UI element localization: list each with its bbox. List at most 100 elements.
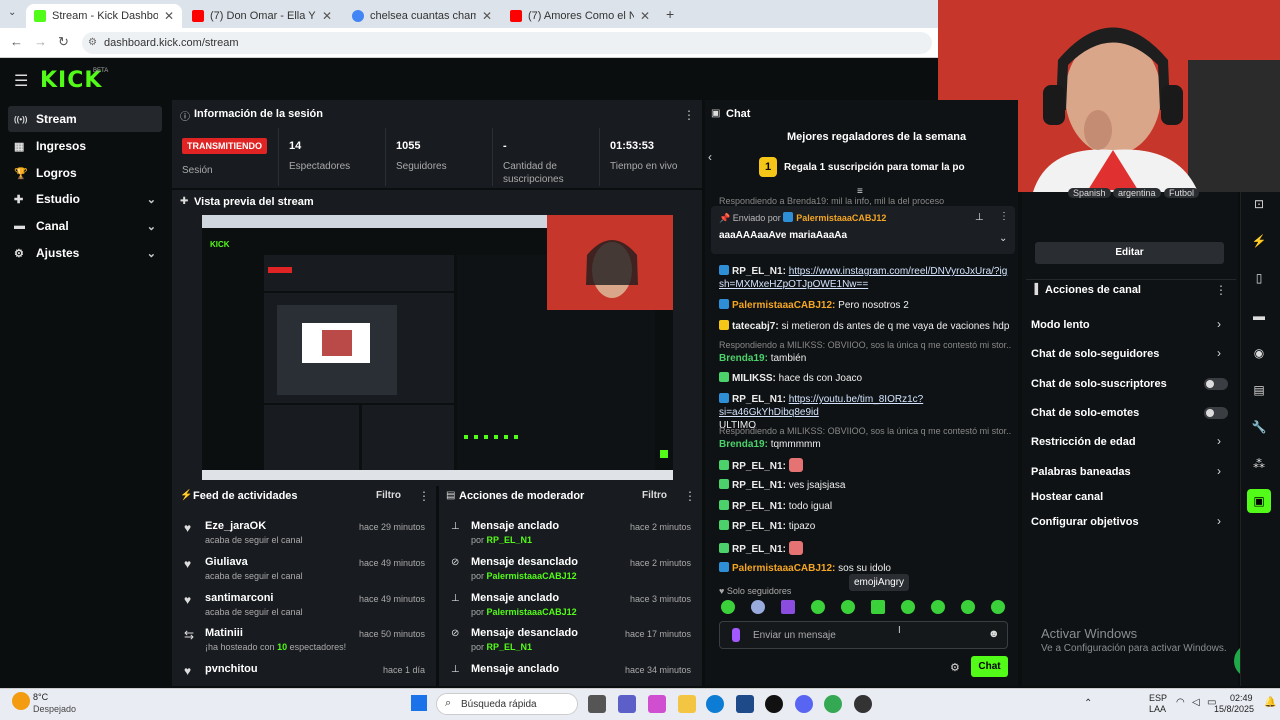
url-field[interactable]: ⚙ dashboard.kick.com/stream [82, 32, 932, 54]
store-icon[interactable] [736, 695, 754, 713]
mod-username[interactable]: RP_EL_N1 [487, 535, 533, 545]
clock-time[interactable]: 02:49 [1230, 693, 1253, 703]
tray-chevron-icon[interactable]: ⌃ [1084, 698, 1092, 709]
lightning-icon[interactable]: ⚡ [1247, 229, 1271, 253]
tab-google-search[interactable]: chelsea cuantas champions - B ✕ [344, 4, 500, 28]
chat-input[interactable]: Enviar un mensaje ☻ [719, 621, 1008, 649]
emoji-picker-icon[interactable]: ☻ [988, 628, 1000, 640]
chat-username[interactable]: RP_EL_N1: [732, 461, 786, 472]
chat-username[interactable]: RP_EL_N1: [732, 266, 786, 277]
feed-filter-button[interactable]: Filtro [376, 490, 401, 501]
chat-username[interactable]: PalermistaaaCABJ12: [732, 563, 835, 574]
chat-username[interactable]: tatecabj7: [732, 321, 779, 332]
tag-chip[interactable]: Spanish [1068, 188, 1111, 198]
emote-icon[interactable] [721, 600, 735, 614]
reload-icon[interactable]: ↻ [58, 34, 69, 50]
edit-button[interactable]: Editar [1035, 242, 1224, 264]
configure-goals-item[interactable]: Configurar objetivos [1031, 516, 1139, 528]
back-arrow-icon[interactable]: ← [10, 34, 23, 49]
chat-username[interactable]: RP_EL_N1: [732, 394, 786, 405]
chevron-right-icon[interactable]: › [1217, 434, 1221, 448]
tiktok-icon[interactable] [765, 695, 783, 713]
nodes-icon[interactable]: ⁂ [1247, 452, 1271, 476]
emote-icon[interactable] [841, 600, 855, 614]
emote-icon[interactable] [961, 600, 975, 614]
site-info-icon[interactable]: ⚙ [88, 32, 97, 54]
chat-username[interactable]: PalermistaaaCABJ12: [732, 300, 835, 311]
feed-username[interactable]: Matiniii [205, 627, 243, 639]
input-language[interactable]: ESP [1149, 693, 1167, 703]
hamburger-menu-icon[interactable]: ☰ [14, 71, 28, 91]
unpin-icon[interactable]: ⊥ [975, 212, 984, 223]
tag-chip[interactable]: argentina [1113, 188, 1161, 198]
volume-icon[interactable]: ◁ [1192, 697, 1200, 708]
tab-kick-dashboard[interactable]: Stream - Kick Dashboard ✕ [26, 4, 182, 28]
new-tab-button[interactable]: + [666, 6, 674, 22]
tab-youtube-amores[interactable]: (7) Amores Como el Nuestro - Y ✕ [502, 4, 658, 28]
more-options-icon[interactable]: ⋮ [683, 108, 695, 122]
emote-icon[interactable] [811, 600, 825, 614]
close-tab-icon[interactable]: ✕ [164, 9, 174, 23]
chat-username[interactable]: RP_EL_N1: [732, 480, 786, 491]
sidebar-item-logros[interactable]: 🏆 Logros [8, 160, 162, 186]
obs-icon[interactable] [854, 695, 872, 713]
broadcast-icon[interactable]: ◉ [1247, 341, 1271, 365]
pinned-username[interactable]: PalermistaaaCABJ12 [796, 213, 886, 223]
chat-icon[interactable]: ▬ [1247, 304, 1271, 328]
emote-icon[interactable] [931, 600, 945, 614]
feed-username[interactable]: Giuliava [205, 556, 248, 568]
chat-username[interactable]: RP_EL_N1: [732, 501, 786, 512]
mod-username[interactable]: PalermistaaaCABJ12 [487, 607, 577, 617]
tab-list-chevron-icon[interactable]: ⌄ [8, 7, 16, 18]
emote-icon[interactable] [901, 600, 915, 614]
close-tab-icon[interactable]: ✕ [482, 9, 492, 23]
chat-username[interactable]: MILIKSS: [732, 373, 776, 384]
forward-arrow-icon[interactable]: → [34, 34, 47, 49]
chevron-right-icon[interactable]: › [1217, 514, 1221, 528]
more-options-icon[interactable]: ⋮ [999, 211, 1009, 222]
chat-settings-gear-icon[interactable]: ⚙ [950, 661, 960, 674]
screenshot-icon[interactable]: ⊡ [1247, 192, 1271, 216]
chat-username[interactable]: Brenda19: [719, 353, 768, 364]
file-explorer-icon[interactable] [678, 695, 696, 713]
subscribers-only-toggle[interactable] [1204, 378, 1228, 390]
input-layout[interactable]: LAA [1149, 704, 1166, 714]
banned-words-item[interactable]: Palabras baneadas [1031, 466, 1131, 478]
host-channel-item[interactable]: Hostear canal [1031, 491, 1103, 503]
more-options-icon[interactable]: ⋮ [1215, 283, 1227, 297]
slow-mode-item[interactable]: Modo lento [1031, 319, 1090, 331]
clock-date[interactable]: 15/8/2025 [1214, 704, 1254, 714]
chrome-icon[interactable] [824, 695, 842, 713]
notifications-icon[interactable]: 🔔 [1264, 697, 1276, 708]
edge-icon[interactable] [706, 695, 724, 713]
sidebar-item-ingresos[interactable]: ▦ Ingresos [8, 133, 162, 159]
send-chat-button[interactable]: Chat [971, 656, 1008, 677]
taskbar-search[interactable]: ⌕ Búsqueda rápida [436, 693, 578, 715]
chat-username[interactable]: Brenda19: [719, 439, 768, 450]
emote-icon[interactable] [781, 600, 795, 614]
sidebar-item-stream[interactable]: ((•)) Stream [8, 106, 162, 132]
discord-icon[interactable] [795, 695, 813, 713]
task-view-icon[interactable] [588, 695, 606, 713]
feed-username[interactable]: pvnchitou [205, 663, 258, 675]
layout-icon[interactable]: ▤ [1247, 378, 1271, 402]
more-options-icon[interactable]: ⋮ [684, 489, 696, 503]
close-tab-icon[interactable]: ✕ [322, 9, 332, 23]
wrench-icon[interactable]: 🔧 [1247, 415, 1271, 439]
wifi-icon[interactable]: ◠ [1176, 697, 1185, 708]
chevron-right-icon[interactable]: › [1217, 346, 1221, 360]
mod-username[interactable]: PalermistaaaCABJ12 [487, 571, 577, 581]
kick-app-icon[interactable]: ▣ [1247, 489, 1271, 513]
mod-username[interactable]: RP_EL_N1 [487, 642, 533, 652]
gift-cta[interactable]: Regala 1 suscripción para tomar la po [784, 162, 965, 173]
sidebar-item-canal[interactable]: ▬ Canal ⌄ [8, 213, 162, 239]
mod-filter-button[interactable]: Filtro [642, 490, 667, 501]
stream-preview-video[interactable]: KICK [202, 215, 673, 480]
weather-temp[interactable]: 8°C [33, 692, 48, 702]
weather-desc[interactable]: Despejado [33, 704, 76, 714]
emote-icon[interactable] [991, 600, 1005, 614]
emotes-only-toggle[interactable] [1204, 407, 1228, 419]
copilot-icon[interactable] [648, 695, 666, 713]
more-options-icon[interactable]: ⋮ [418, 489, 430, 503]
chevron-right-icon[interactable]: › [1217, 464, 1221, 478]
